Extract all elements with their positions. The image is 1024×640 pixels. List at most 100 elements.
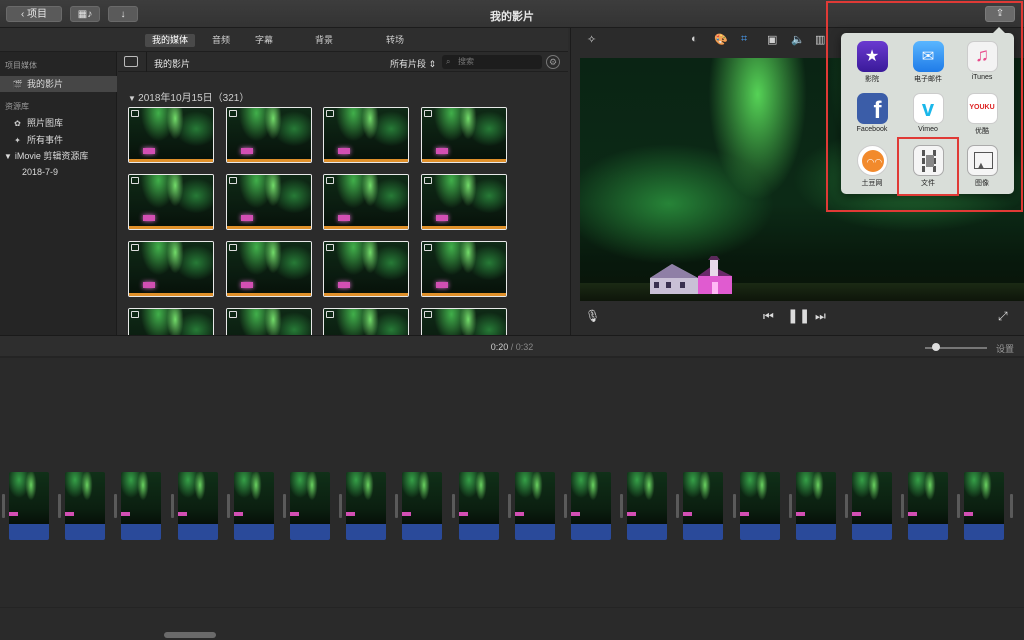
- tab-audio[interactable]: 音频: [205, 34, 237, 47]
- transition-marker[interactable]: [901, 494, 904, 518]
- transition-marker[interactable]: [676, 494, 679, 518]
- clip-audio-track: [852, 524, 892, 540]
- date-group-header[interactable]: ▼ 2018年10月15日（321）: [128, 89, 249, 104]
- volume-icon[interactable]: 🔈: [791, 33, 805, 46]
- sidebar-item-event-date[interactable]: 2018-7-9: [0, 164, 117, 180]
- search-icon: ⌕: [446, 57, 451, 66]
- color-palette-icon[interactable]: 🎨: [714, 33, 728, 46]
- clip-filter-select[interactable]: 所有片段 ⇕: [390, 57, 436, 70]
- church-light: [338, 282, 350, 288]
- transition-marker[interactable]: [58, 494, 61, 518]
- sidebar-item-photos[interactable]: ✿ 照片图库: [0, 115, 117, 131]
- clip-video-frame: [683, 472, 723, 524]
- tab-my-media[interactable]: 我的媒体: [145, 34, 196, 47]
- timeline-clip[interactable]: [65, 472, 105, 540]
- transition-marker[interactable]: [564, 494, 567, 518]
- transition-marker[interactable]: [227, 494, 230, 518]
- total-time: 0:32: [515, 342, 534, 352]
- transition-marker[interactable]: [957, 494, 960, 518]
- transition-marker[interactable]: [508, 494, 511, 518]
- timeline-clip[interactable]: [178, 472, 218, 540]
- noise-eq-icon[interactable]: ▥: [815, 33, 825, 46]
- clip-thumbnail[interactable]: [226, 107, 312, 163]
- clip-thumbnail[interactable]: [421, 107, 507, 163]
- transition-marker[interactable]: [283, 494, 286, 518]
- timeline-clip[interactable]: [515, 472, 555, 540]
- timeline-clip[interactable]: [683, 472, 723, 540]
- timeline-clip[interactable]: [234, 472, 274, 540]
- tab-backgrounds[interactable]: 背景: [308, 34, 340, 47]
- transition-marker[interactable]: [1010, 494, 1013, 518]
- stabilization-camera-icon[interactable]: ▣: [767, 33, 777, 46]
- clip-image: [324, 242, 408, 294]
- timeline-clip[interactable]: [571, 472, 611, 540]
- search-placeholder: 搜索: [458, 57, 474, 66]
- clip-thumbnail[interactable]: [421, 174, 507, 230]
- timeline-clip[interactable]: [852, 472, 892, 540]
- sidebar-item-all-events[interactable]: ✦ 所有事件: [0, 132, 117, 148]
- clip-image: [227, 175, 311, 227]
- camera-icon: [424, 311, 432, 318]
- clip-thumbnail[interactable]: [128, 174, 214, 230]
- camera-icon: [229, 311, 237, 318]
- timeline-clip[interactable]: [459, 472, 499, 540]
- gear-icon[interactable]: ⚙: [546, 55, 560, 69]
- clip-thumbnail[interactable]: [226, 174, 312, 230]
- clip-thumbnail[interactable]: [323, 174, 409, 230]
- transition-marker[interactable]: [171, 494, 174, 518]
- clip-thumbnail[interactable]: [323, 107, 409, 163]
- fullscreen-icon[interactable]: ⤢: [998, 309, 1008, 324]
- church-light: [964, 512, 973, 516]
- church-light: [178, 512, 187, 516]
- church-light: [436, 282, 448, 288]
- microphone-icon[interactable]: 🎙: [585, 309, 600, 323]
- clip-thumbnail[interactable]: [421, 241, 507, 297]
- timeline-clip[interactable]: [740, 472, 780, 540]
- timeline-clip[interactable]: [9, 472, 49, 540]
- transition-marker[interactable]: [789, 494, 792, 518]
- sidebar-item-imovie-library[interactable]: ▼ iMovie 剪辑资源库: [0, 148, 117, 164]
- skip-forward-icon[interactable]: ⏭: [815, 309, 826, 324]
- clip-video-frame: [121, 472, 161, 524]
- timeline-clip[interactable]: [908, 472, 948, 540]
- pause-icon[interactable]: ❚❚: [787, 307, 810, 324]
- sidebar-item-my-movie[interactable]: 🎬 我的影片: [0, 76, 117, 92]
- transition-marker[interactable]: [114, 494, 117, 518]
- timeline-clip[interactable]: [346, 472, 386, 540]
- timeline-clip[interactable]: [290, 472, 330, 540]
- skip-back-icon[interactable]: ⏮: [763, 309, 774, 324]
- timeline-clip[interactable]: [402, 472, 442, 540]
- sidebar-toggle-icon[interactable]: [124, 56, 138, 67]
- camera-icon: [131, 177, 139, 184]
- clip-video-frame: [234, 472, 274, 524]
- clip-audio-track: [908, 524, 948, 540]
- transition-marker[interactable]: [845, 494, 848, 518]
- transition-marker[interactable]: [339, 494, 342, 518]
- timeline-clip[interactable]: [964, 472, 1004, 540]
- magic-wand-icon[interactable]: ✧: [587, 33, 596, 46]
- playhead-time: 0:20 / 0:32: [0, 342, 1024, 352]
- search-input[interactable]: ⌕ 搜索: [442, 55, 542, 69]
- crop-icon[interactable]: ⌗: [741, 33, 747, 46]
- transition-marker[interactable]: [2, 494, 5, 518]
- timeline-clip[interactable]: [627, 472, 667, 540]
- transition-marker[interactable]: [733, 494, 736, 518]
- timeline-clip[interactable]: [796, 472, 836, 540]
- tab-transitions[interactable]: 转场: [379, 34, 411, 47]
- clip-thumbnail[interactable]: [323, 241, 409, 297]
- transition-marker[interactable]: [395, 494, 398, 518]
- clip-thumbnail[interactable]: [226, 241, 312, 297]
- clip-thumbnail[interactable]: [128, 241, 214, 297]
- church-light: [241, 215, 253, 221]
- transition-marker[interactable]: [452, 494, 455, 518]
- clip-thumbnail[interactable]: [128, 107, 214, 163]
- tab-titles[interactable]: 字幕: [248, 34, 280, 47]
- timeline-clip[interactable]: [121, 472, 161, 540]
- transition-marker[interactable]: [620, 494, 623, 518]
- camera-icon: [229, 177, 237, 184]
- timeline-settings-button[interactable]: 设置: [996, 342, 1014, 355]
- horizontal-scrollbar[interactable]: [164, 632, 216, 638]
- zoom-slider-knob[interactable]: [932, 343, 940, 351]
- color-balance-icon[interactable]: ◐: [691, 33, 698, 45]
- used-range-bar: [324, 226, 408, 229]
